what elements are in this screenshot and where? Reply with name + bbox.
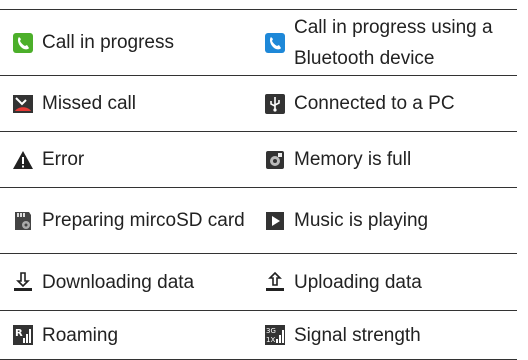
cell-label: Roaming [42, 324, 119, 346]
table-cell: Downloading data [0, 254, 264, 310]
cell-label: Memory is full [294, 149, 412, 170]
table-row: Preparing mircoSD card Music is playing [0, 187, 517, 253]
svg-text:1X: 1X [266, 336, 275, 344]
cell-label: Error [42, 149, 85, 170]
memory-full-icon [264, 149, 286, 171]
table-cell: Music is playing [264, 188, 517, 253]
cell-label: Missed call [42, 93, 136, 114]
cell-label: Connected to a PC [294, 93, 455, 114]
missed-call-icon [12, 93, 34, 115]
table-cell: Missed call [0, 76, 264, 131]
cell-label: Preparing mircoSD card [42, 210, 245, 231]
cell-label: Signal strength [294, 324, 421, 346]
cell-label: Uploading data [294, 271, 422, 293]
download-icon [12, 271, 34, 293]
table-cell: Call in progress using a Bluetooth devic… [264, 10, 517, 75]
error-warning-icon [12, 149, 34, 171]
cell-label: Music is playing [294, 210, 429, 231]
cell-label: Call in progress [42, 32, 174, 53]
call-in-progress-icon [12, 32, 34, 54]
svg-text:R: R [15, 328, 23, 339]
sd-card-prepare-icon [12, 210, 34, 232]
table-cell: Memory is full [264, 132, 517, 187]
bluetooth-call-icon [264, 32, 286, 54]
table-cell: Call in progress [0, 10, 264, 75]
table-row: R Roaming 3G 1X Signal strength [0, 310, 517, 360]
table-cell: Uploading data [264, 254, 517, 310]
table-cell: Preparing mircoSD card [0, 188, 264, 253]
upload-icon [264, 271, 286, 293]
table-row: Call in progress Call in progress using … [0, 9, 517, 75]
table-row: Downloading data Uploading data [0, 253, 517, 310]
cell-label: Call in progress using a Bluetooth devic… [294, 16, 493, 69]
icon-legend-table: Call in progress Call in progress using … [0, 9, 517, 360]
usb-connected-icon [264, 93, 286, 115]
roaming-icon: R [12, 324, 34, 346]
cell-label: Downloading data [42, 271, 195, 293]
table-cell: Connected to a PC [264, 76, 517, 131]
music-playing-icon [264, 210, 286, 232]
table-row: Missed call Connected to a PC [0, 75, 517, 131]
signal-strength-icon: 3G 1X [264, 324, 286, 346]
table-row: Error Memory is full [0, 131, 517, 187]
svg-text:3G: 3G [266, 327, 276, 335]
table-cell: Error [0, 132, 264, 187]
